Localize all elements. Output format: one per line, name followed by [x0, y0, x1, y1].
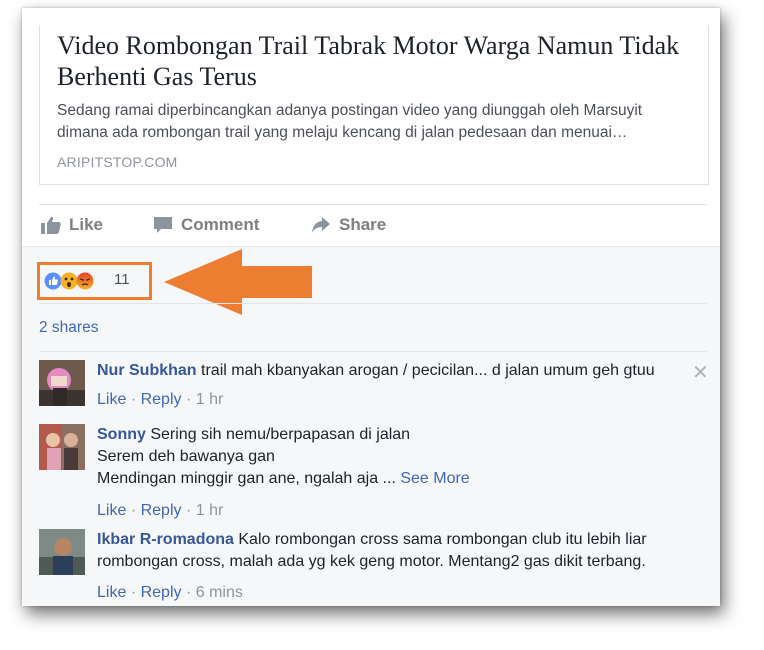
shares-count[interactable]: 2 shares: [39, 319, 98, 337]
avatar[interactable]: [39, 360, 85, 406]
comment-text: Mendingan minggir gan ane, ngalah aja ..…: [97, 470, 396, 487]
comment-meta: Like · Reply · 1 hr: [97, 502, 224, 519]
action-bar: Like Comment Share: [39, 204, 707, 245]
reaction-count: 11: [114, 271, 130, 288]
divider: [39, 303, 707, 304]
avatar[interactable]: [39, 529, 85, 575]
comment-reply-link[interactable]: Reply: [141, 502, 182, 519]
thumbs-up-icon: [41, 216, 61, 234]
share-label: Share: [339, 215, 387, 234]
comment-meta: Like · Reply · 6 mins: [97, 584, 243, 601]
comment-time[interactable]: 6 mins: [196, 584, 243, 601]
comment-like-link[interactable]: Like: [97, 502, 126, 519]
comment-button[interactable]: Comment: [153, 215, 259, 235]
close-icon[interactable]: ✕: [692, 360, 709, 385]
comment-body: Sonny Sering sih nemu/berpapasan di jala…: [97, 424, 697, 490]
share-button[interactable]: Share: [311, 215, 386, 235]
like-label: Like: [69, 215, 104, 234]
comment-body: Ikbar R-romadona Kalo rombongan cross sa…: [97, 529, 697, 573]
comment-author[interactable]: Sonny: [97, 426, 146, 443]
comment-text: Serem deh bawanya gan: [97, 448, 275, 465]
divider: [39, 351, 707, 352]
see-more-link[interactable]: See More: [400, 470, 469, 487]
comment-meta: Like · Reply · 1 hr: [97, 391, 224, 408]
comment-author[interactable]: Nur Subkhan: [97, 362, 197, 379]
post-card: Video Rombongan Trail Tabrak Motor Warga…: [22, 8, 720, 606]
comment-text: Sering sih nemu/berpapasan di jalan: [150, 426, 411, 443]
comment-text: trail mah kbanyakan arogan / pecicilan..…: [201, 362, 655, 379]
link-title[interactable]: Video Rombongan Trail Tabrak Motor Warga…: [57, 30, 697, 92]
comment-item: Ikbar R-romadona Kalo rombongan cross sa…: [39, 529, 707, 601]
comment-label: Comment: [181, 215, 260, 234]
comment-reply-link[interactable]: Reply: [141, 584, 182, 601]
angry-icon: [76, 272, 94, 290]
comment-time[interactable]: 1 hr: [196, 502, 224, 519]
reactions-summary[interactable]: 11: [37, 262, 152, 300]
comment-author[interactable]: Ikbar R-romadona: [97, 531, 234, 548]
share-icon: [312, 217, 330, 233]
comment-icon: [154, 217, 172, 233]
comment-item: Sonny Sering sih nemu/berpapasan di jala…: [39, 424, 707, 520]
link-description: Sedang ramai diperbincangkan adanya post…: [57, 102, 643, 141]
comment-time[interactable]: 1 hr: [196, 391, 224, 408]
avatar[interactable]: [39, 424, 85, 470]
link-preview[interactable]: Video Rombongan Trail Tabrak Motor Warga…: [39, 26, 709, 185]
comment-reply-link[interactable]: Reply: [141, 391, 182, 408]
comment-body: Nur Subkhan trail mah kbanyakan arogan /…: [97, 360, 697, 382]
comment-like-link[interactable]: Like: [97, 584, 126, 601]
orange-arrow-annotation: [164, 249, 312, 315]
link-domain: ARIPITSTOP.COM: [57, 154, 178, 170]
comment-like-link[interactable]: Like: [97, 391, 126, 408]
like-button[interactable]: Like: [41, 215, 103, 235]
comment-item: Nur Subkhan trail mah kbanyakan arogan /…: [39, 360, 707, 408]
